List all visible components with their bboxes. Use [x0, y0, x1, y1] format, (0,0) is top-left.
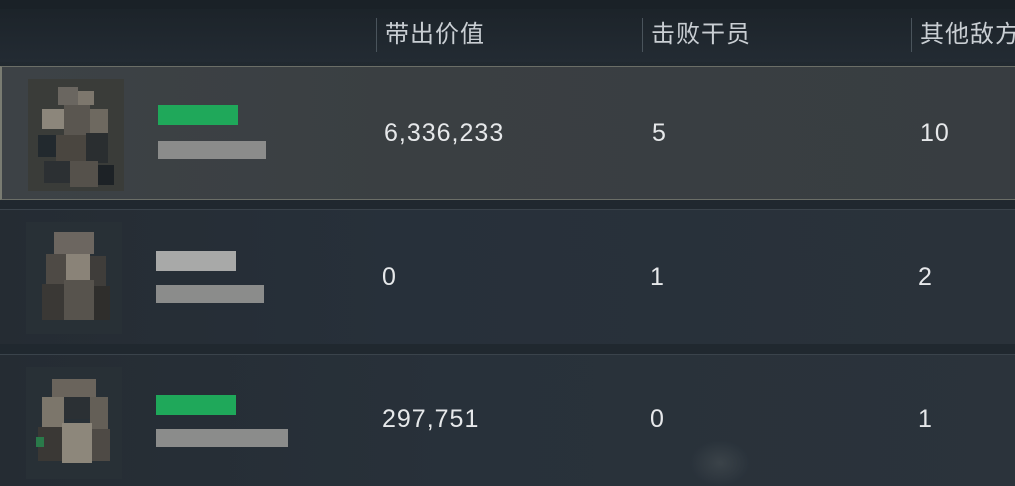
other-enemies-cell: 1: [918, 405, 933, 433]
operators-cell: 1: [650, 263, 665, 291]
value-cell: 297,751: [382, 405, 480, 433]
column-header-operators: 击败干员: [642, 18, 901, 52]
player-subtitle-tag: [156, 429, 288, 447]
avatar: [28, 79, 124, 191]
player-subtitle-tag: [156, 285, 264, 303]
background-glow: [690, 440, 750, 486]
operator-portrait-icon: [26, 367, 122, 479]
table-header: 带出价值 击败干员 其他敌方: [0, 0, 1015, 62]
operators-cell: 5: [652, 119, 667, 147]
player-subtitle-tag: [158, 141, 266, 159]
player-name-tag: [156, 251, 236, 271]
player-name-tag: [156, 395, 236, 415]
column-header-value: 带出价值: [376, 18, 635, 52]
operators-cell: 0: [650, 405, 665, 433]
table-row[interactable]: 0 1 2: [0, 209, 1015, 344]
avatar: [26, 367, 122, 479]
operator-portrait-icon: [28, 79, 124, 191]
other-enemies-cell: 10: [920, 119, 950, 147]
value-cell: 6,336,233: [384, 119, 505, 147]
value-cell: 0: [382, 263, 397, 291]
column-header-other-enemies: 其他敌方: [911, 18, 1015, 52]
other-enemies-cell: 2: [918, 263, 933, 291]
header-top-strip: [0, 0, 1015, 9]
player-name-tag: [158, 105, 238, 125]
avatar: [26, 222, 122, 334]
match-stats-panel: 带出价值 击败干员 其他敌方 6,336,233 5 10 0 1 2 297,…: [0, 0, 1015, 486]
table-row[interactable]: 6,336,233 5 10: [0, 66, 1015, 200]
table-row[interactable]: 297,751 0 1: [0, 354, 1015, 486]
operator-portrait-icon: [26, 222, 122, 334]
